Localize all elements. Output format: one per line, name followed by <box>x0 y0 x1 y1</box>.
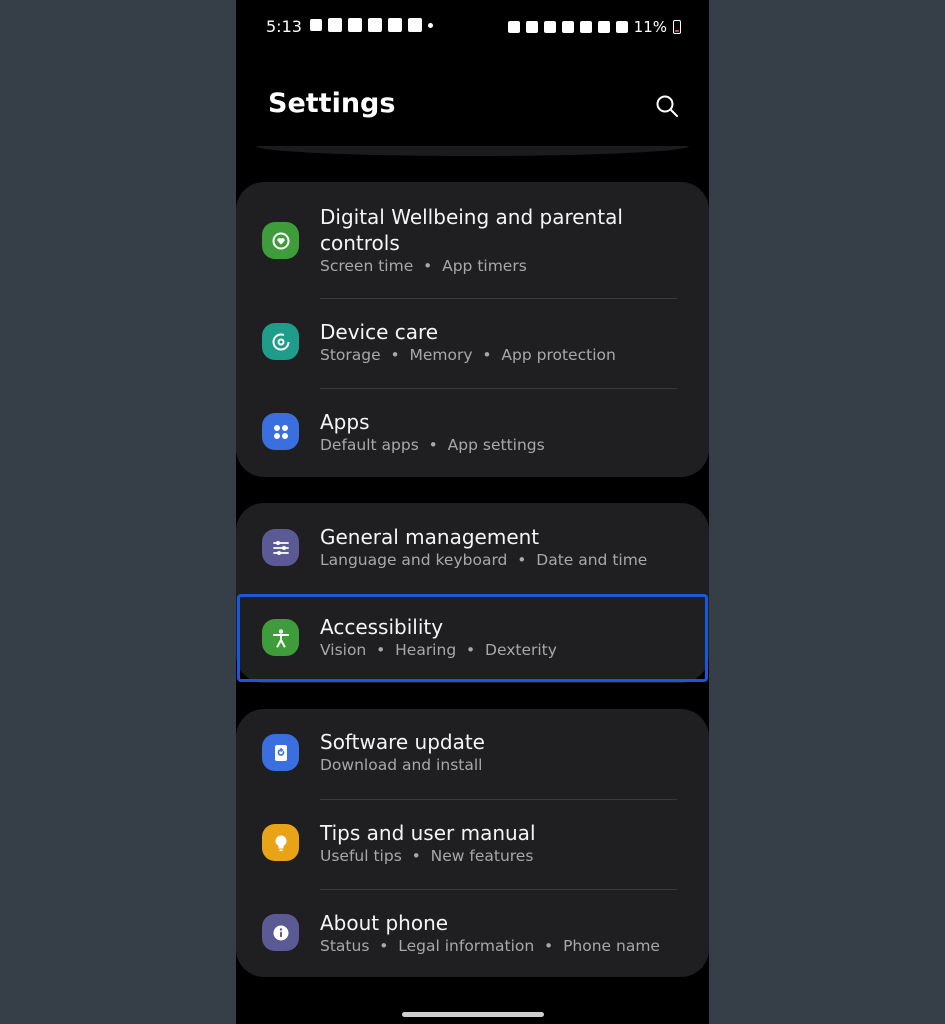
notification-icon <box>388 18 402 32</box>
setting-subtitle: Screen time • App timers <box>320 257 527 275</box>
lightbulb-icon <box>262 824 299 861</box>
setting-title: Accessibility <box>320 615 444 639</box>
collapsed-card-edge <box>256 146 689 156</box>
setting-title: About phone <box>320 911 449 935</box>
digital-wellbeing-icon <box>262 222 299 259</box>
status-bar: 5:13 11% <box>236 14 709 42</box>
notification-icon <box>368 18 382 32</box>
notification-icon <box>310 19 322 31</box>
apps-icon <box>262 413 299 450</box>
signal-icon <box>615 21 628 33</box>
info-icon <box>262 914 299 951</box>
setting-title: Software update <box>320 730 485 754</box>
setting-subtitle: Default apps • App settings <box>320 436 545 454</box>
setting-item-about-phone[interactable]: About phone Status • Legal information •… <box>236 890 709 977</box>
status-time: 5:13 <box>266 17 302 36</box>
search-icon[interactable] <box>655 94 679 118</box>
setting-item-accessibility[interactable]: Accessibility Vision • Hearing • Dexteri… <box>236 594 709 683</box>
settings-group: Software update Download and install Tip… <box>236 709 709 977</box>
setting-subtitle: Useful tips • New features <box>320 847 534 865</box>
notification-icons <box>310 18 433 32</box>
system-icons: 11% <box>507 18 681 36</box>
5g-icon <box>561 21 574 33</box>
volte-icon <box>543 21 556 33</box>
setting-subtitle: Download and install <box>320 756 483 774</box>
setting-title: Apps <box>320 410 370 434</box>
notification-icon <box>328 18 342 32</box>
alarm-icon <box>507 21 520 33</box>
setting-title: Device care <box>320 320 439 344</box>
setting-item-apps[interactable]: Apps Default apps • App settings <box>236 389 709 477</box>
setting-item-general-management[interactable]: General management Language and keyboard… <box>236 503 709 593</box>
battery-icon <box>673 20 681 34</box>
setting-subtitle: Status • Legal information • Phone name <box>320 937 660 955</box>
setting-item-digital-wellbeing[interactable]: Digital Wellbeing and parental controls … <box>236 202 709 298</box>
setting-subtitle: Vision • Hearing • Dexterity <box>320 641 557 659</box>
setting-item-device-care[interactable]: Device care Storage • Memory • App prote… <box>236 299 709 388</box>
settings-group: Digital Wellbeing and parental controls … <box>236 182 709 477</box>
accessibility-icon <box>262 619 299 656</box>
hotspot-icon <box>525 21 538 33</box>
home-indicator[interactable] <box>402 1012 544 1017</box>
notification-icon <box>348 18 362 32</box>
software-update-icon <box>262 734 299 771</box>
setting-title: Digital Wellbeing and parental controls <box>320 205 623 255</box>
setting-title: General management <box>320 525 540 549</box>
setting-title: Tips and user manual <box>320 821 536 845</box>
setting-subtitle: Language and keyboard • Date and time <box>320 551 648 569</box>
notification-icon <box>408 18 422 32</box>
device-care-icon <box>262 323 299 360</box>
settings-group: General management Language and keyboard… <box>236 503 709 683</box>
signal-icon <box>579 21 592 33</box>
setting-subtitle: Storage • Memory • App protection <box>320 346 616 364</box>
page-title: Settings <box>268 88 396 119</box>
setting-item-tips-and-user-manual[interactable]: Tips and user manual Useful tips • New f… <box>236 800 709 889</box>
battery-percent: 11% <box>633 18 667 36</box>
more-notifications-icon <box>428 22 433 28</box>
volte-lte-icon <box>597 21 610 33</box>
phone-screen: 5:13 11% Settings Digital Wellbeing and … <box>236 0 709 1024</box>
setting-item-software-update[interactable]: Software update Download and install <box>236 709 709 799</box>
sliders-icon <box>262 529 299 566</box>
